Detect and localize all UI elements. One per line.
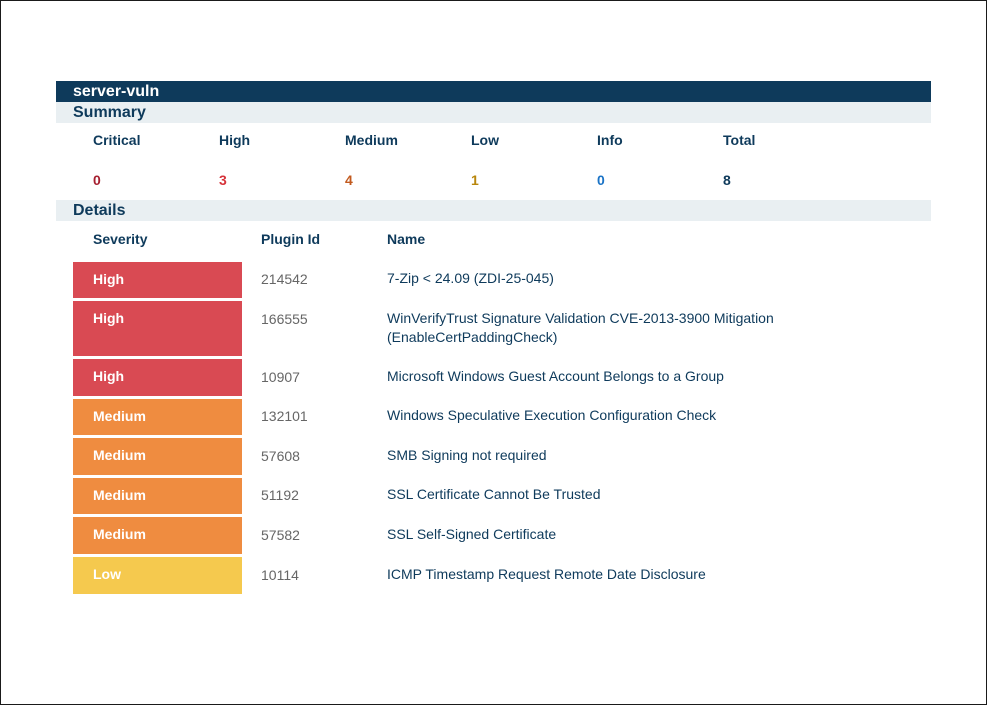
report-page: server-vuln Summary Critical High Medium… [0,0,987,705]
vulnerability-name[interactable]: Windows Speculative Execution Configurat… [387,406,857,425]
vulnerability-name[interactable]: SSL Self-Signed Certificate [387,525,857,544]
plugin-id: 57608 [261,448,300,464]
severity-badge: High [73,262,242,298]
vulnerability-name[interactable]: SSL Certificate Cannot Be Trusted [387,485,857,504]
vulnerability-name[interactable]: WinVerifyTrust Signature Validation CVE-… [387,309,857,347]
vulnerability-name[interactable]: Microsoft Windows Guest Account Belongs … [387,367,857,386]
column-header-plugin-id: Plugin Id [261,231,321,247]
severity-badge: Low [73,557,242,594]
summary-label-high: High [219,132,251,148]
column-header-name: Name [387,231,426,247]
severity-badge: Medium [73,478,242,514]
severity-badge: Medium [73,399,242,435]
summary-label-total: Total [723,132,756,148]
plugin-id: 132101 [261,408,308,424]
plugin-id: 51192 [261,487,299,503]
summary-count-high: 3 [219,172,227,188]
summary-count-medium: 4 [345,172,353,188]
summary-count-total: 8 [723,172,731,188]
plugin-id: 10114 [261,567,299,583]
severity-badge: High [73,359,242,396]
column-header-severity: Severity [93,231,148,247]
summary-heading: Summary [56,102,931,123]
summary-label-critical: Critical [93,132,141,148]
plugin-id: 214542 [261,271,308,287]
summary-label-low: Low [471,132,499,148]
plugin-id: 10907 [261,369,300,385]
summary-count-info: 0 [597,172,605,188]
severity-badge: Medium [73,438,242,475]
vulnerability-name[interactable]: 7-Zip < 24.09 (ZDI-25-045) [387,269,857,288]
summary-count-low: 1 [471,172,479,188]
details-heading: Details [56,200,931,221]
severity-badge: High [73,301,242,356]
vulnerability-name[interactable]: SMB Signing not required [387,446,857,465]
summary-count-critical: 0 [93,172,101,188]
summary-label-info: Info [597,132,623,148]
report-title: server-vuln [56,81,931,102]
plugin-id: 166555 [261,311,308,327]
vulnerability-name[interactable]: ICMP Timestamp Request Remote Date Discl… [387,565,857,584]
summary-label-medium: Medium [345,132,398,148]
plugin-id: 57582 [261,527,300,543]
severity-badge: Medium [73,517,242,554]
